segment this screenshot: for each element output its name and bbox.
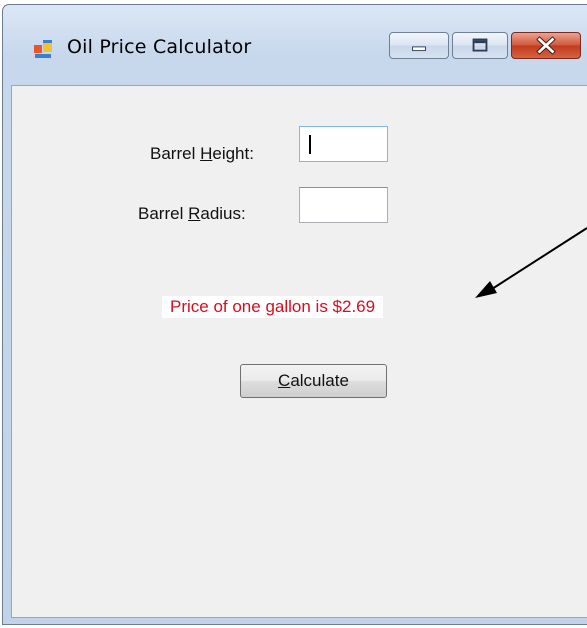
form-icon <box>34 40 52 58</box>
barrel-height-label: Barrel Height: <box>150 144 254 163</box>
barrel-height-input[interactable] <box>299 126 388 162</box>
title-bar[interactable]: Oil Price Calculator <box>3 5 587 85</box>
window-title: Oil Price Calculator <box>67 36 252 58</box>
maximize-button[interactable] <box>452 32 508 59</box>
form-client-area: Barrel Height: Barrel Radius: Price of o… <box>11 85 587 618</box>
minimize-button[interactable] <box>389 32 449 59</box>
close-icon <box>536 36 556 55</box>
barrel-radius-input[interactable] <box>299 187 388 223</box>
calculate-button[interactable]: Calculate <box>240 364 387 398</box>
close-button[interactable] <box>511 32 581 59</box>
app-window: Oil Price Calculator Barrel Height: Barr… <box>2 4 587 625</box>
barrel-radius-label: Barrel Radius: <box>138 204 246 223</box>
text-caret <box>309 135 311 154</box>
price-result-label: Price of one gallon is $2.69 <box>162 296 384 318</box>
minimize-icon <box>412 46 426 52</box>
maximize-icon <box>472 38 488 52</box>
